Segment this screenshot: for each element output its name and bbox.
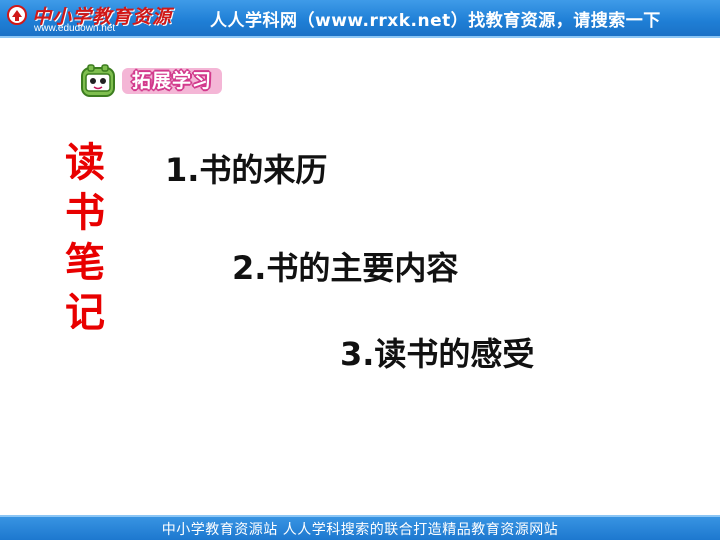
list-item: 2.书的主要内容	[232, 249, 459, 287]
book-mascot-icon	[81, 64, 115, 97]
site-logo[interactable]: 中小学教育资源 www.edudown.net	[6, 2, 171, 36]
vertical-title-char: 读	[65, 140, 105, 186]
section-badge-label: 拓展学习	[122, 68, 223, 94]
banner-text: 人人学科网（www.rrxk.net）找教育资源，请搜索一下	[210, 11, 661, 31]
logo-url: www.edudown.net	[34, 23, 116, 34]
vertical-title-char: 书	[65, 190, 105, 236]
footer-text: 中小学教育资源站 人人学科搜索的联合打造精品教育资源网站	[161, 522, 559, 538]
vertical-title-char: 记	[65, 290, 105, 336]
list-item: 1.书的来历	[165, 151, 328, 189]
list-item: 3.读书的感受	[340, 335, 535, 373]
vertical-title-char: 笔	[65, 240, 105, 286]
logo-mark-icon	[7, 5, 27, 25]
vertical-title: 读 书 笔 记	[60, 138, 110, 338]
top-banner: 中小学教育资源 www.edudown.net 人人学科网（www.rrxk.n…	[0, 0, 720, 38]
bottom-banner: 中小学教育资源站 人人学科搜索的联合打造精品教育资源网站	[0, 515, 720, 540]
